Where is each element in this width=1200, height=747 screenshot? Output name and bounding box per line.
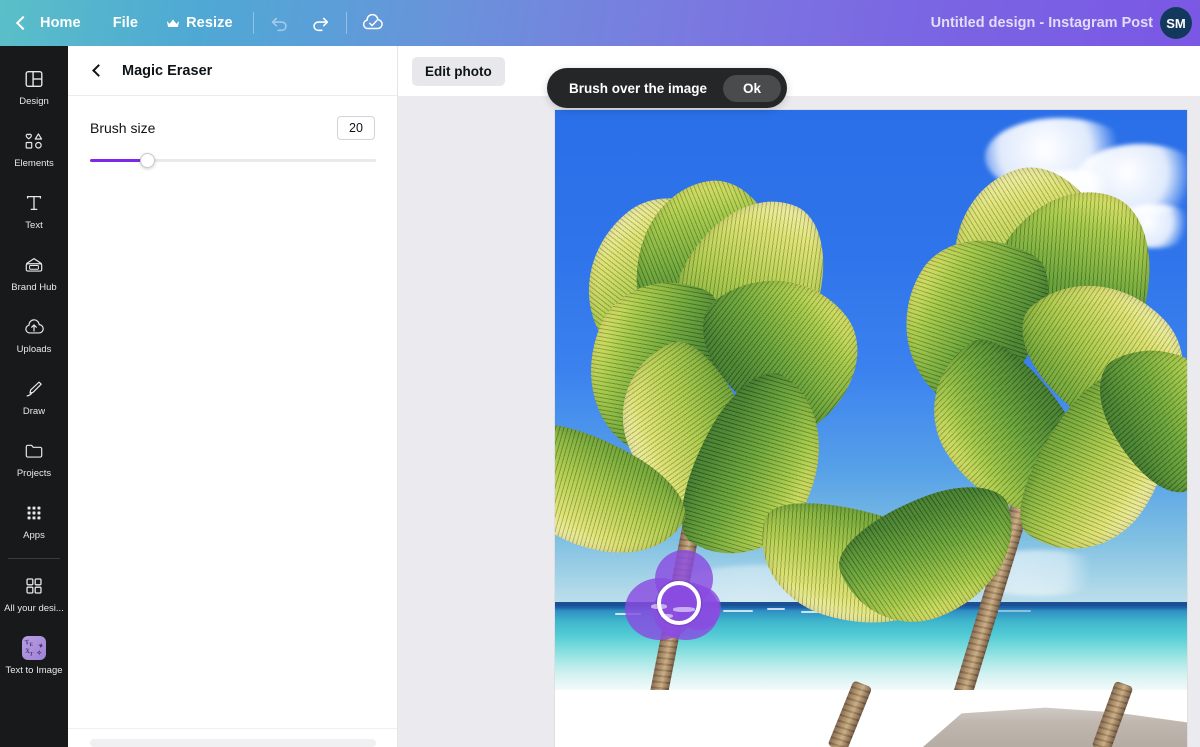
sidebar-item-elements[interactable]: Elements bbox=[0, 118, 68, 180]
sidebar-item-design[interactable]: Design bbox=[0, 56, 68, 118]
left-sidebar: Design Elements Text bbox=[0, 46, 68, 747]
redo-icon bbox=[309, 12, 331, 34]
resize-label: Resize bbox=[186, 15, 233, 31]
workspace-toolbar: Edit photo bbox=[398, 46, 1200, 96]
sidebar-item-label: Apps bbox=[23, 530, 45, 541]
file-menu-button[interactable]: File bbox=[99, 0, 152, 46]
wave-highlight bbox=[767, 608, 785, 610]
top-toolbar: Home File Resize bbox=[0, 0, 1200, 46]
sidebar-item-all-your-designs[interactable]: All your desi... bbox=[0, 563, 68, 625]
sidebar-item-label: Text bbox=[25, 220, 42, 231]
tooltip-brush-hint: Brush over the image Ok bbox=[547, 68, 787, 108]
shapes-icon bbox=[22, 129, 46, 153]
panel-title: Magic Eraser bbox=[122, 63, 212, 79]
sidebar-item-projects[interactable]: Projects bbox=[0, 428, 68, 490]
home-button[interactable]: Home bbox=[0, 0, 99, 46]
brush-size-slider[interactable] bbox=[90, 152, 376, 168]
cloud-upload-icon bbox=[22, 315, 46, 339]
top-toolbar-left: Home File Resize bbox=[0, 0, 393, 46]
toolbar-divider-2 bbox=[346, 12, 347, 34]
tooltip-ok-button[interactable]: Ok bbox=[723, 75, 781, 102]
sidebar-item-label: Projects bbox=[17, 468, 51, 479]
home-label: Home bbox=[40, 15, 81, 31]
chevron-left-icon bbox=[92, 64, 105, 77]
sidebar-item-draw[interactable]: Draw bbox=[0, 366, 68, 428]
redo-button[interactable] bbox=[300, 3, 340, 43]
cloud-check-icon bbox=[361, 11, 385, 35]
sidebar-item-apps[interactable]: Apps bbox=[0, 490, 68, 552]
grid-dots-icon bbox=[22, 501, 46, 525]
canva-editor: Home File Resize bbox=[0, 0, 1200, 747]
layout-icon bbox=[22, 67, 46, 91]
text-to-image-icon: TE XT ✦ ✧ bbox=[22, 636, 46, 660]
text-t-icon bbox=[22, 191, 46, 215]
brush-size-label: Brush size bbox=[90, 120, 155, 136]
panel-header: Magic Eraser bbox=[68, 46, 397, 96]
undo-icon bbox=[269, 12, 291, 34]
undo-button[interactable] bbox=[260, 3, 300, 43]
edit-photo-button[interactable]: Edit photo bbox=[412, 57, 505, 86]
magic-eraser-panel: Magic Eraser Brush size 20 bbox=[68, 46, 398, 747]
avatar[interactable]: SM bbox=[1160, 7, 1192, 39]
sidebar-item-label: Elements bbox=[14, 158, 54, 169]
sidebar-item-brand-hub[interactable]: Brand Hub bbox=[0, 242, 68, 304]
brush-size-row: Brush size 20 bbox=[90, 116, 375, 140]
brush-size-input[interactable]: 20 bbox=[337, 116, 375, 140]
toolbar-divider-1 bbox=[253, 12, 254, 34]
design-canvas[interactable] bbox=[555, 110, 1187, 747]
panel-back-button[interactable] bbox=[84, 57, 112, 85]
sidebar-item-uploads[interactable]: Uploads bbox=[0, 304, 68, 366]
sidebar-item-label: Uploads bbox=[17, 344, 52, 355]
sidebar-item-label: Text to Image bbox=[5, 665, 62, 676]
sidebar-item-label: Brand Hub bbox=[11, 282, 56, 293]
crown-icon bbox=[166, 18, 180, 29]
resize-button[interactable]: Resize bbox=[152, 0, 247, 46]
photo-image[interactable] bbox=[555, 110, 1187, 690]
grid-squares-icon bbox=[22, 574, 46, 598]
save-status-button[interactable] bbox=[353, 3, 393, 43]
folder-icon bbox=[22, 439, 46, 463]
slider-thumb[interactable] bbox=[140, 153, 155, 168]
brand-wallet-icon bbox=[22, 253, 46, 277]
panel-footer-placeholder bbox=[90, 739, 376, 747]
panel-footer-divider bbox=[68, 728, 397, 729]
avatar-initials: SM bbox=[1166, 16, 1186, 31]
sidebar-divider bbox=[8, 558, 60, 559]
panel-body: Brush size 20 bbox=[68, 96, 397, 168]
brush-cursor[interactable] bbox=[657, 581, 701, 625]
sidebar-item-text-to-image[interactable]: TE XT ✦ ✧ Text to Image bbox=[0, 625, 68, 687]
sidebar-item-label: Design bbox=[19, 96, 49, 107]
pen-icon bbox=[22, 377, 46, 401]
chevron-left-icon bbox=[16, 16, 30, 30]
top-toolbar-right: Untitled design - Instagram Post + SM bbox=[931, 7, 1200, 39]
tooltip-message: Brush over the image bbox=[569, 81, 707, 96]
sidebar-item-label: All your desi... bbox=[4, 603, 64, 614]
document-title[interactable]: Untitled design - Instagram Post bbox=[931, 15, 1153, 31]
file-label: File bbox=[113, 15, 138, 31]
workspace: Edit photo bbox=[398, 46, 1200, 747]
sidebar-item-label: Draw bbox=[23, 406, 45, 417]
wave-highlight bbox=[723, 610, 753, 612]
slider-fill bbox=[90, 159, 147, 162]
sidebar-item-text[interactable]: Text bbox=[0, 180, 68, 242]
